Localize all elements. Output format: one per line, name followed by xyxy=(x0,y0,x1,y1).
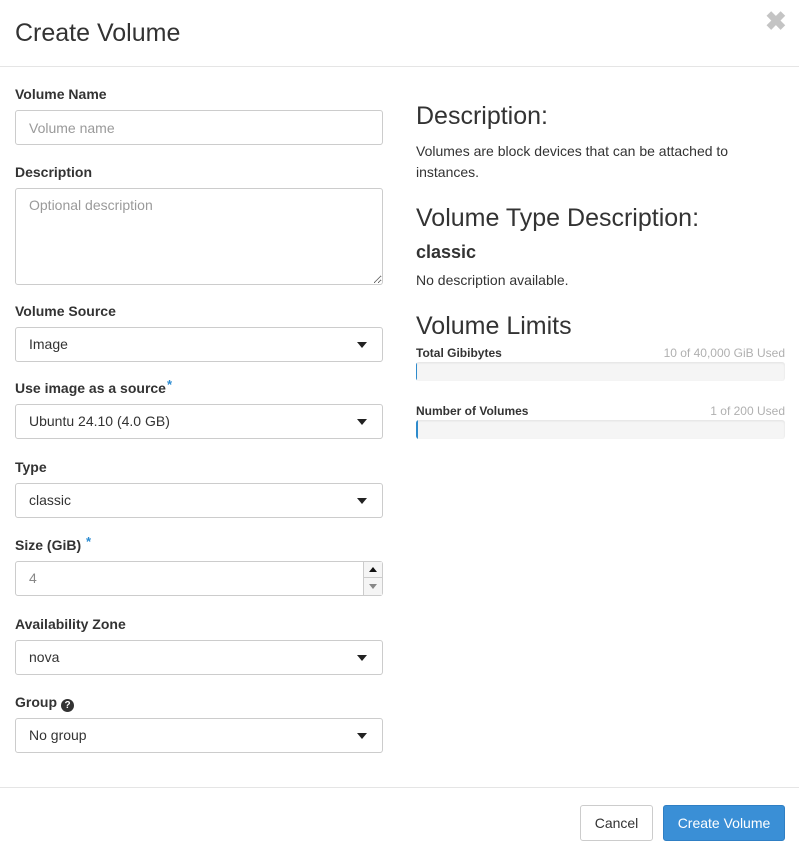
availability-zone-group: Availability Zone nova xyxy=(15,615,383,693)
size-label: Size (GiB) * xyxy=(15,534,92,553)
modal-title: Create Volume xyxy=(15,19,181,47)
volume-source-label: Volume Source xyxy=(15,303,116,319)
size-spinner xyxy=(363,562,382,595)
progress-bar xyxy=(416,362,785,381)
volume-type-heading: Volume Type Description: xyxy=(416,204,700,232)
image-source-group: Use image as a source* Ubuntu 24.10 (4.0… xyxy=(15,377,383,458)
caret-down-icon xyxy=(357,342,367,348)
availability-zone-select[interactable]: nova xyxy=(15,640,383,675)
availability-zone-value: nova xyxy=(29,649,60,665)
required-asterisk: * xyxy=(166,377,173,392)
limit-used-text: 1 of 200 Used xyxy=(710,404,785,418)
limit-row: Total Gibibytes 10 of 40,000 GiB Used xyxy=(416,344,785,362)
description-textarea[interactable] xyxy=(15,188,383,285)
progress-fill xyxy=(416,420,418,439)
limit-label: Number of Volumes xyxy=(416,404,529,418)
progress-bar xyxy=(416,420,785,439)
availability-zone-label: Availability Zone xyxy=(15,616,126,632)
size-number-input[interactable]: 4 xyxy=(15,561,383,596)
create-volume-modal: Create Volume ✖ Volume Name Description … xyxy=(0,0,799,854)
limit-label: Total Gibibytes xyxy=(416,346,502,360)
description-text: Volumes are block devices that can be at… xyxy=(416,143,729,180)
group-label: Group? xyxy=(15,693,383,712)
type-select[interactable]: classic xyxy=(15,483,383,518)
limit-used-text: 10 of 40,000 GiB Used xyxy=(663,346,785,360)
image-source-value: Ubuntu 24.10 (4.0 GB) xyxy=(29,413,170,429)
caret-down-icon xyxy=(357,419,367,425)
required-asterisk: * xyxy=(86,534,92,549)
volume-type-text: No description available. xyxy=(416,272,569,288)
image-source-select[interactable]: Ubuntu 24.10 (4.0 GB) xyxy=(15,404,383,439)
group-group: Group? No group xyxy=(15,693,383,753)
cancel-button[interactable]: Cancel xyxy=(580,805,653,841)
volume-name-label: Volume Name xyxy=(15,86,107,102)
form-column: Volume Name Description Volume Source Im… xyxy=(15,85,383,753)
limit-row: Number of Volumes 1 of 200 Used xyxy=(416,402,785,420)
limit-number-of-volumes: Number of Volumes 1 of 200 Used xyxy=(416,402,785,439)
arrow-up-icon xyxy=(369,567,377,572)
type-value: classic xyxy=(29,492,72,508)
image-source-label: Use image as a source* xyxy=(15,377,173,396)
type-group: Type classic xyxy=(15,458,383,536)
decrement-button[interactable] xyxy=(364,578,382,595)
volume-name-input[interactable] xyxy=(15,110,383,145)
caret-down-icon xyxy=(357,498,367,504)
caret-down-icon xyxy=(357,733,367,739)
close-icon[interactable]: ✖ xyxy=(765,8,787,34)
limit-total-gibibytes: Total Gibibytes 10 of 40,000 GiB Used xyxy=(416,344,785,381)
group-select[interactable]: No group xyxy=(15,718,383,753)
volume-type-name: classic xyxy=(416,242,477,262)
size-group: Size (GiB) * 4 xyxy=(15,534,383,615)
modal-header: Create Volume ✖ xyxy=(0,0,799,67)
create-volume-button[interactable]: Create Volume xyxy=(663,805,785,841)
info-column: Description: Volumes are block devices t… xyxy=(416,100,785,439)
arrow-down-icon xyxy=(369,584,377,589)
modal-footer: Cancel Create Volume xyxy=(0,787,799,854)
volume-limits-heading: Volume Limits xyxy=(416,312,572,340)
volume-source-value: Image xyxy=(29,336,68,352)
increment-button[interactable] xyxy=(364,562,382,578)
caret-down-icon xyxy=(357,655,367,661)
question-circle-icon[interactable]: ? xyxy=(61,699,74,712)
description-label: Description xyxy=(15,164,93,180)
volume-source-group: Volume Source Image xyxy=(15,302,383,379)
volume-name-group: Volume Name xyxy=(15,85,383,163)
description-heading: Description: xyxy=(416,102,548,130)
group-value: No group xyxy=(29,727,87,743)
description-group: Description xyxy=(15,163,383,302)
volume-source-select[interactable]: Image xyxy=(15,327,383,362)
type-label: Type xyxy=(15,459,47,475)
size-value: 4 xyxy=(29,570,37,586)
